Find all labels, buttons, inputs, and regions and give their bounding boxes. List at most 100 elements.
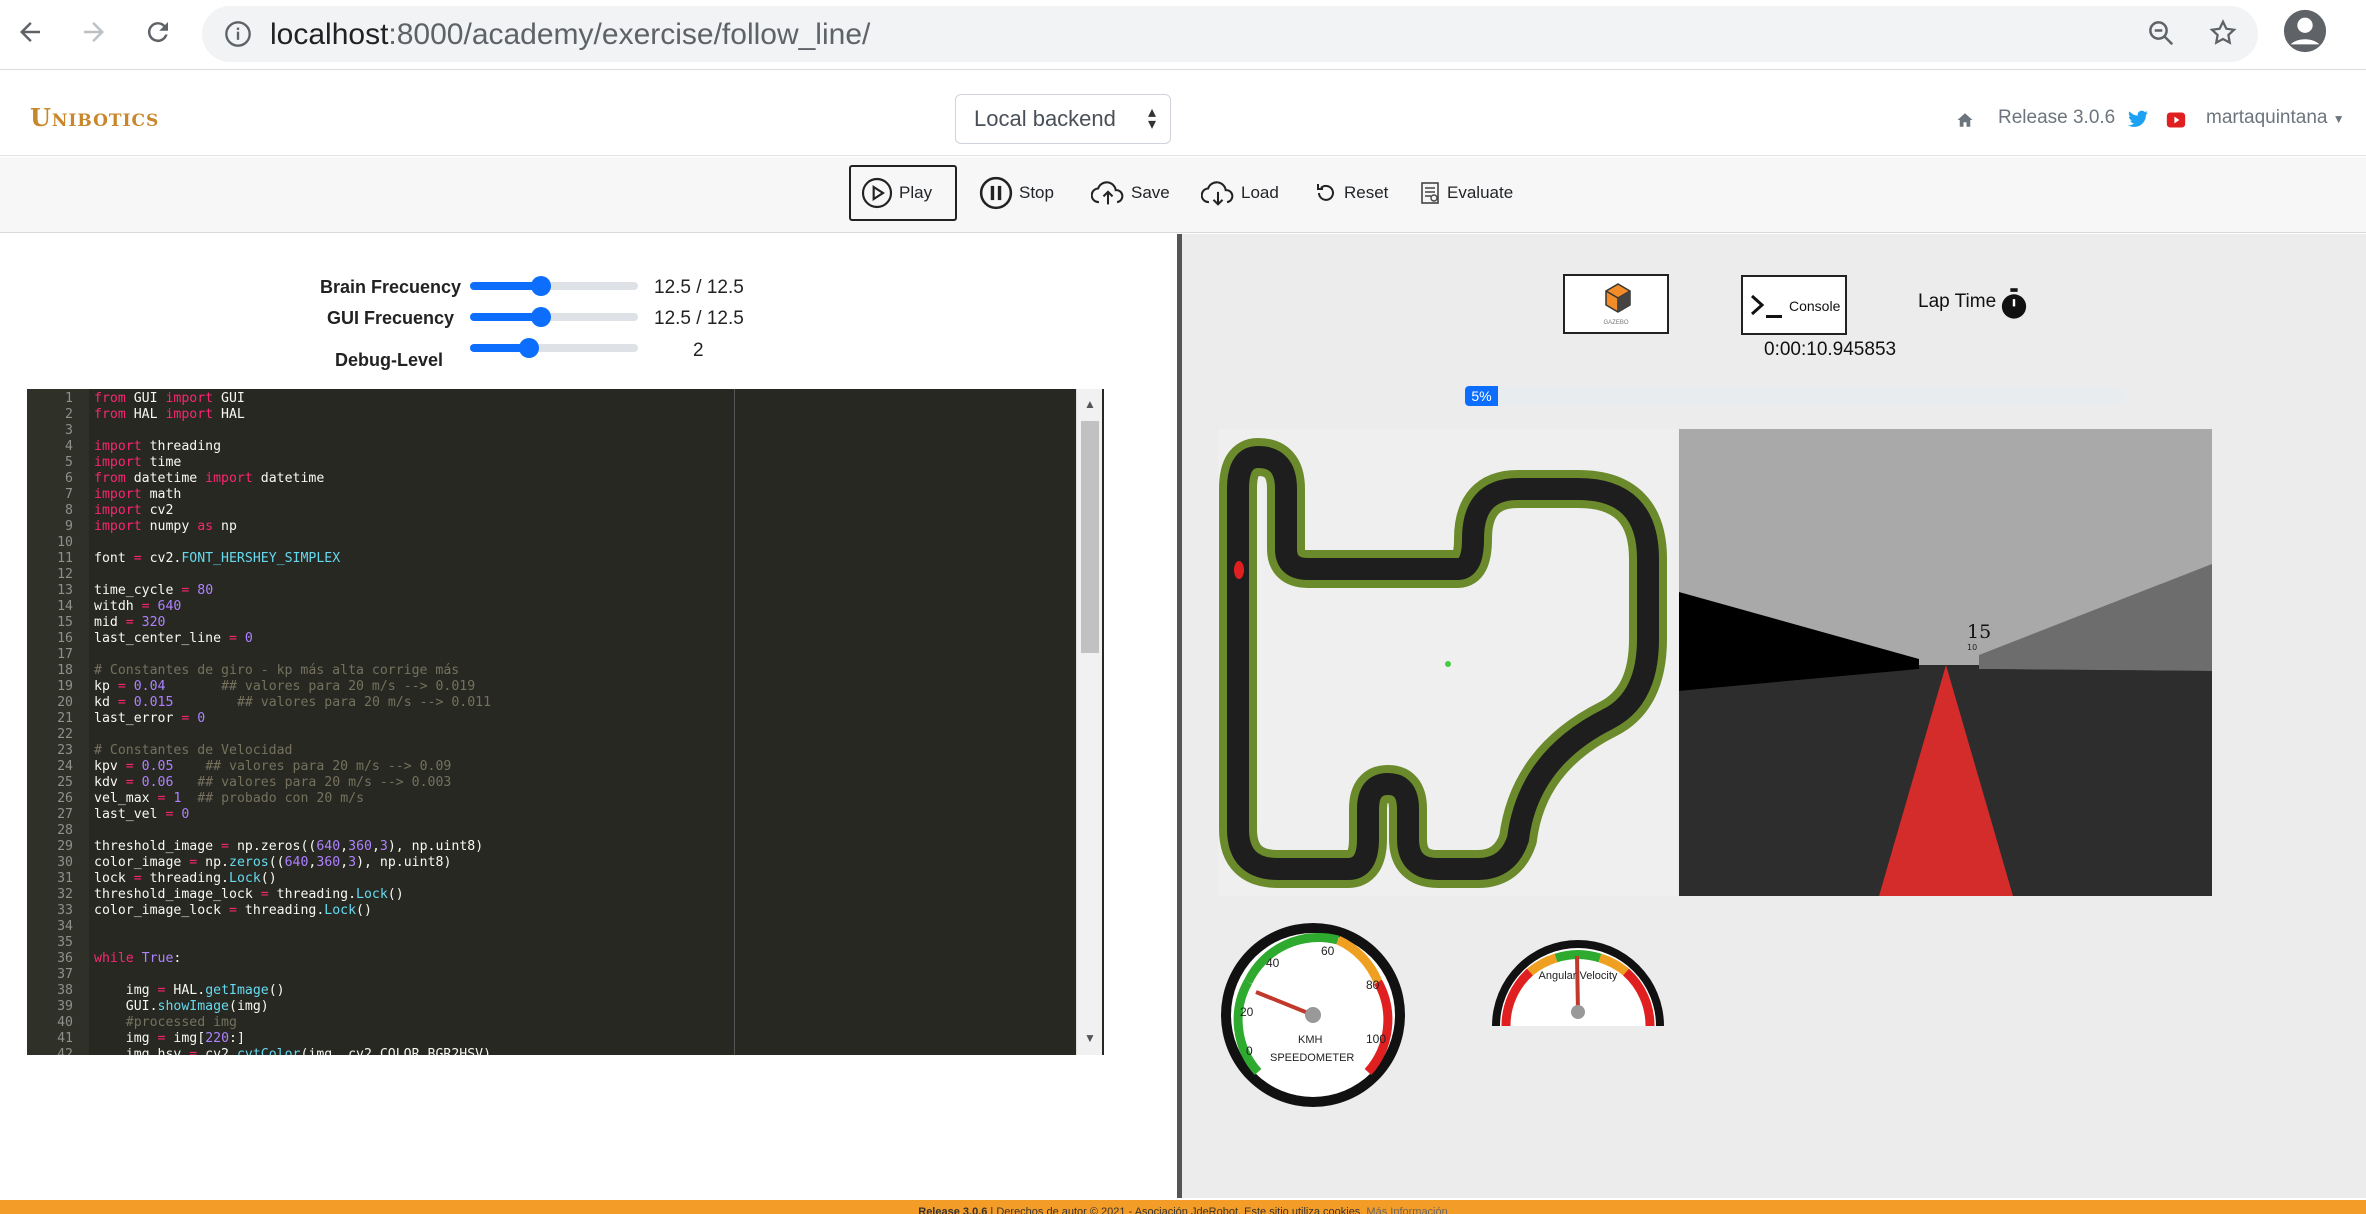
code-text[interactable]: img_hsv = cv2.cvtColor(img, cv2.COLOR_BG…: [94, 1047, 491, 1055]
code-text[interactable]: lock = threading.Lock(): [94, 871, 277, 887]
code-text[interactable]: kdv = 0.06 ## valores para 20 m/s --> 0.…: [94, 775, 451, 791]
code-text[interactable]: while True:: [94, 951, 181, 967]
code-line[interactable]: 19 kp = 0.04 ## valores para 20 m/s --> 0…: [27, 679, 1104, 695]
console-button[interactable]: Console: [1741, 275, 1847, 335]
code-line[interactable]: 28: [27, 823, 1104, 839]
backend-select[interactable]: Local backend ▴ ▾: [955, 94, 1171, 144]
code-text[interactable]: time_cycle = 80: [94, 583, 213, 599]
evaluate-button[interactable]: Evaluate: [1409, 165, 1523, 221]
save-button[interactable]: Save: [1081, 165, 1180, 221]
code-text[interactable]: kpv = 0.05 ## valores para 20 m/s --> 0.…: [94, 759, 451, 775]
code-line[interactable]: 34: [27, 919, 1104, 935]
play-button[interactable]: Play: [849, 165, 957, 221]
release-link[interactable]: Release 3.0.6: [1998, 107, 2115, 137]
code-text[interactable]: threshold_image_lock = threading.Lock(): [94, 887, 404, 903]
code-line[interactable]: 11 font = cv2.FONT_HERSHEY_SIMPLEX: [27, 551, 1104, 567]
code-text[interactable]: img = img[220:]: [94, 1031, 245, 1047]
reload-icon[interactable]: [134, 8, 182, 56]
twitter-icon[interactable]: [2128, 107, 2148, 137]
code-line[interactable]: 35: [27, 935, 1104, 951]
code-text[interactable]: last_vel = 0: [94, 807, 189, 823]
code-line[interactable]: 25 kdv = 0.06 ## valores para 20 m/s --> …: [27, 775, 1104, 791]
code-line[interactable]: 16 last_center_line = 0: [27, 631, 1104, 647]
load-button[interactable]: Load: [1191, 165, 1289, 221]
code-line[interactable]: 8 import cv2: [27, 503, 1104, 519]
reset-button[interactable]: Reset: [1304, 165, 1398, 221]
footer-more-link[interactable]: Más Información: [1363, 1206, 1447, 1214]
code-text[interactable]: import math: [94, 487, 181, 503]
code-text[interactable]: import threading: [94, 439, 221, 455]
code-line[interactable]: 4 import threading: [27, 439, 1104, 455]
user-menu[interactable]: martaquintana ▼: [2206, 107, 2345, 137]
gazebo-button[interactable]: GAZEBO: [1563, 274, 1669, 334]
code-text[interactable]: from GUI import GUI: [94, 391, 245, 407]
code-line[interactable]: 7 import math: [27, 487, 1104, 503]
code-line[interactable]: 5 import time: [27, 455, 1104, 471]
debug-level-slider[interactable]: [470, 338, 638, 358]
scroll-down-icon[interactable]: ▼: [1084, 1031, 1096, 1045]
code-text[interactable]: # Constantes de Velocidad: [94, 743, 293, 759]
youtube-icon[interactable]: [2166, 107, 2186, 137]
slider-thumb[interactable]: [518, 338, 539, 358]
profile-avatar-icon[interactable]: [2282, 8, 2328, 59]
zoom-icon[interactable]: [2146, 18, 2176, 53]
code-line[interactable]: 1 from GUI import GUI: [27, 391, 1104, 407]
code-line[interactable]: 36 while True:: [27, 951, 1104, 967]
code-editor[interactable]: 1 from GUI import GUI 2 from HAL import HAL…: [27, 389, 1104, 1055]
code-line[interactable]: 27 last_vel = 0: [27, 807, 1104, 823]
unibotics-logo[interactable]: Unibotics: [30, 103, 159, 132]
code-line[interactable]: 6 from datetime import datetime: [27, 471, 1104, 487]
code-line[interactable]: 41 img = img[220:]: [27, 1031, 1104, 1047]
code-text[interactable]: kd = 0.015 ## valores para 20 m/s --> 0.…: [94, 695, 491, 711]
code-text[interactable]: last_center_line = 0: [94, 631, 253, 647]
code-text[interactable]: vel_max = 1 ## probado con 20 m/s: [94, 791, 364, 807]
code-text[interactable]: # Constantes de giro - kp más alta corri…: [94, 663, 459, 679]
code-line[interactable]: 15 mid = 320: [27, 615, 1104, 631]
code-line[interactable]: 42 img_hsv = cv2.cvtColor(img, cv2.COLOR…: [27, 1047, 1104, 1055]
code-line[interactable]: 31 lock = threading.Lock(): [27, 871, 1104, 887]
scrollbar-thumb[interactable]: [1081, 421, 1099, 653]
code-text[interactable]: GUI.showImage(img): [94, 999, 269, 1015]
code-text[interactable]: mid = 320: [94, 615, 166, 631]
forward-icon[interactable]: [70, 8, 118, 56]
code-line[interactable]: 20 kd = 0.015 ## valores para 20 m/s --> …: [27, 695, 1104, 711]
code-line[interactable]: 17: [27, 647, 1104, 663]
code-line[interactable]: 24 kpv = 0.05 ## valores para 20 m/s --> …: [27, 759, 1104, 775]
editor-scrollbar[interactable]: ▲ ▼: [1076, 389, 1102, 1055]
code-line[interactable]: 32 threshold_image_lock = threading.Lock(…: [27, 887, 1104, 903]
code-line[interactable]: 21 last_error = 0: [27, 711, 1104, 727]
code-line[interactable]: 26 vel_max = 1 ## probado con 20 m/s: [27, 791, 1104, 807]
code-text[interactable]: import cv2: [94, 503, 173, 519]
code-line[interactable]: 37: [27, 967, 1104, 983]
back-icon[interactable]: [6, 8, 54, 56]
code-line[interactable]: 18 # Constantes de giro - kp más alta cor…: [27, 663, 1104, 679]
scroll-up-icon[interactable]: ▲: [1084, 397, 1096, 411]
code-line[interactable]: 13 time_cycle = 80: [27, 583, 1104, 599]
code-text[interactable]: color_image_lock = threading.Lock(): [94, 903, 372, 919]
code-text[interactable]: img = HAL.getImage(): [94, 983, 285, 999]
home-icon[interactable]: [1956, 107, 1974, 137]
code-text[interactable]: color_image = np.zeros((640,360,3), np.u…: [94, 855, 451, 871]
code-text[interactable]: import time: [94, 455, 181, 471]
gui-frequency-slider[interactable]: [470, 307, 638, 327]
address-bar[interactable]: localhost:8000/academy/exercise/follow_l…: [202, 6, 2258, 62]
code-text[interactable]: #processed img: [94, 1015, 237, 1031]
code-text[interactable]: font = cv2.FONT_HERSHEY_SIMPLEX: [94, 551, 340, 567]
code-line[interactable]: 39 GUI.showImage(img): [27, 999, 1104, 1015]
info-icon[interactable]: [224, 20, 252, 53]
code-text[interactable]: import numpy as np: [94, 519, 237, 535]
bookmark-star-icon[interactable]: [2208, 18, 2238, 53]
code-line[interactable]: 2 from HAL import HAL: [27, 407, 1104, 423]
code-line[interactable]: 9 import numpy as np: [27, 519, 1104, 535]
slider-thumb[interactable]: [530, 307, 551, 327]
code-line[interactable]: 10: [27, 535, 1104, 551]
code-text[interactable]: from datetime import datetime: [94, 471, 324, 487]
code-text[interactable]: last_error = 0: [94, 711, 205, 727]
code-line[interactable]: 22: [27, 727, 1104, 743]
stop-button[interactable]: Stop: [969, 165, 1064, 221]
code-text[interactable]: threshold_image = np.zeros((640,360,3), …: [94, 839, 483, 855]
slider-thumb[interactable]: [530, 276, 551, 296]
code-line[interactable]: 23 # Constantes de Velocidad: [27, 743, 1104, 759]
code-text[interactable]: kp = 0.04 ## valores para 20 m/s --> 0.0…: [94, 679, 475, 695]
brain-frequency-slider[interactable]: [470, 276, 638, 296]
